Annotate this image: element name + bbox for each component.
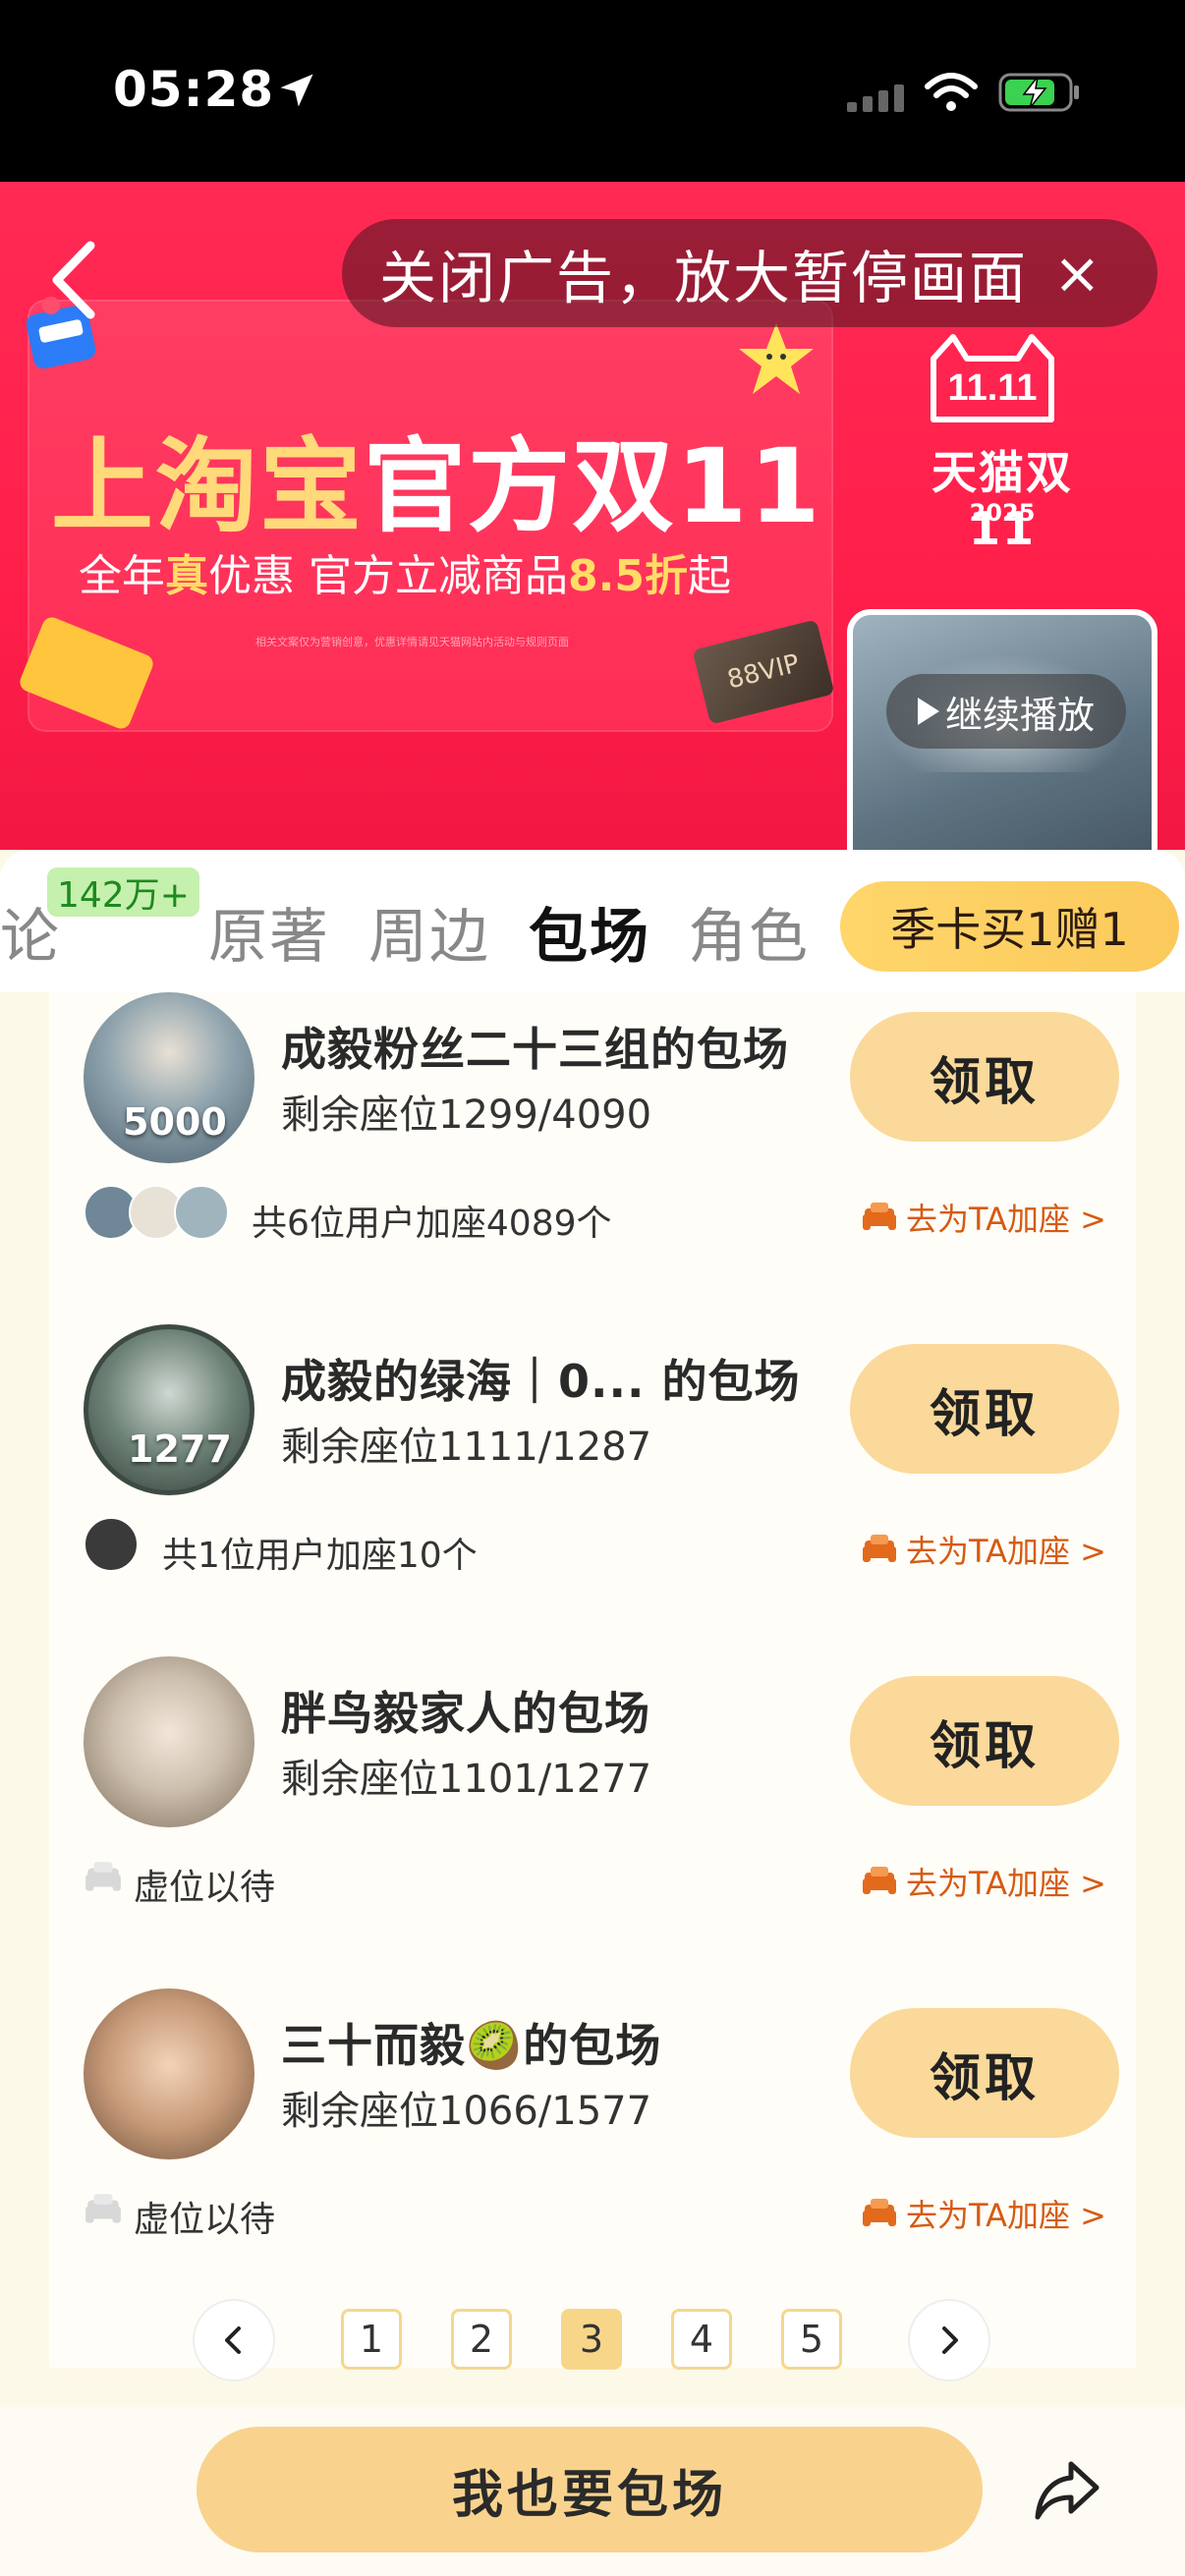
- ad-sub-part3: 起: [687, 551, 731, 601]
- share-icon[interactable]: [1032, 2454, 1104, 2527]
- ad-headline-part2: 官方双11: [364, 426, 822, 546]
- claim-button[interactable]: 领取: [850, 1676, 1119, 1806]
- season-card-button[interactable]: 季卡买1赠1: [840, 881, 1179, 972]
- avatar[interactable]: 1277: [84, 1324, 254, 1495]
- vacant-text: 虚位以待: [134, 1868, 276, 1908]
- add-seat-link[interactable]: 去为TA加座 >: [861, 1859, 1106, 1904]
- screening-title: 三十而毅🥝的包场: [281, 2019, 662, 2072]
- close-ad-button[interactable]: 关闭广告，放大暂停画面 ×: [342, 219, 1157, 327]
- tab-bar: 论 142万+ 原著 周边 包场 角色 季卡买1赠1: [0, 850, 1185, 992]
- screening-title: 胖鸟毅家人的包场: [281, 1687, 650, 1740]
- screening-title: 成毅粉丝二十三组的包场: [281, 1023, 789, 1076]
- screening-title: 成毅的绿海｜0... 的包场: [281, 1355, 801, 1408]
- joined-users-avatars[interactable]: [84, 1517, 139, 1576]
- tab-screening[interactable]: 包场: [529, 889, 650, 975]
- remaining-seats: 剩余座位1299/4090: [281, 1092, 652, 1138]
- avatar: [84, 1517, 139, 1572]
- tab-merch[interactable]: 周边: [368, 889, 490, 975]
- page-3-button[interactable]: 3: [561, 2309, 622, 2370]
- add-seat-label: 去为TA加座 >: [906, 1533, 1106, 1570]
- ad-headline: 上淘宝官方双11: [51, 403, 820, 551]
- claim-button[interactable]: 领取: [850, 1344, 1119, 1474]
- tmall-brand-year: 2025: [969, 499, 1036, 527]
- page-1-button[interactable]: 1: [341, 2309, 402, 2370]
- chevron-left-icon: [225, 2326, 241, 2354]
- joined-users-text: 共6位用户加座4089个: [252, 1204, 612, 1244]
- star-mascot-icon: [739, 323, 814, 394]
- ad-fine-print: 相关文案仅为营销创意，优惠详情请见天猫网站内活动与规则页面: [255, 636, 569, 648]
- remaining-seats: 剩余座位1066/1577: [281, 2089, 652, 2134]
- ad-headline-part1: 上淘宝: [51, 426, 365, 546]
- page-4-button[interactable]: 4: [671, 2309, 732, 2370]
- continue-play-button[interactable]: 继续播放: [886, 674, 1126, 749]
- chevron-right-icon: [942, 2326, 958, 2354]
- back-chevron-icon[interactable]: [39, 236, 108, 324]
- avatar-count: 5000: [123, 1100, 227, 1144]
- claim-button[interactable]: 领取: [850, 1012, 1119, 1142]
- battery-charging-icon: [998, 73, 1079, 112]
- ad-banner[interactable]: 88VIP 上淘宝官方双11 全年真优惠 官方立减商品8.5折起 相关文案仅为营…: [0, 182, 1185, 850]
- location-arrow-icon: [280, 74, 313, 107]
- add-seat-label: 去为TA加座 >: [906, 1201, 1106, 1238]
- empty-seat-icon: [85, 2194, 121, 2223]
- add-seat-link[interactable]: 去为TA加座 >: [861, 1195, 1106, 1240]
- avatar-count: 1277: [128, 1428, 232, 1471]
- claim-button[interactable]: 领取: [850, 2008, 1119, 2138]
- seat-icon: [863, 1535, 897, 1562]
- add-seat-link[interactable]: 去为TA加座 >: [861, 1527, 1106, 1572]
- tab-original[interactable]: 原著: [208, 889, 330, 975]
- add-seat-label: 去为TA加座 >: [906, 2197, 1106, 2234]
- ad-subline: 全年真优惠 官方立减商品8.5折起: [79, 540, 731, 603]
- list-item: 1277 成毅的绿海｜0... 的包场 剩余座位1111/1287 领取 共1位…: [49, 1324, 1136, 1658]
- pagination: 1 2 3 4 5: [0, 2299, 1185, 2387]
- add-seat-label: 去为TA加座 >: [906, 1865, 1106, 1902]
- seat-icon: [863, 2199, 897, 2226]
- next-page-button[interactable]: [908, 2299, 990, 2381]
- discuss-count-badge: 142万+: [47, 868, 199, 917]
- close-icon: ×: [1053, 240, 1101, 307]
- ad-sub-highlight2: 8.5折: [568, 551, 688, 601]
- play-icon: [917, 698, 939, 725]
- avatar[interactable]: [84, 1656, 254, 1827]
- prev-page-button[interactable]: [193, 2299, 275, 2381]
- tmall-brand-name: 天猫双11: [931, 446, 1073, 555]
- continue-play-label: 继续播放: [944, 693, 1095, 737]
- close-ad-label: 关闭广告，放大暂停画面: [379, 245, 1029, 311]
- list-item: 胖鸟毅家人的包场 剩余座位1101/1277 领取 虚位以待 去为TA加座 >: [49, 1656, 1136, 1990]
- avatar: [174, 1185, 229, 1240]
- add-seat-link[interactable]: 去为TA加座 >: [861, 2191, 1106, 2236]
- avatar[interactable]: 5000: [84, 992, 254, 1163]
- ad-sub-highlight1: 真: [165, 551, 208, 601]
- joined-users-text: 共1位用户加座10个: [162, 1536, 478, 1576]
- empty-seat-icon: [85, 1862, 121, 1891]
- cellular-signal-icon: [847, 84, 904, 112]
- page-5-button[interactable]: 5: [781, 2309, 842, 2370]
- status-bar: 05:28: [0, 0, 1185, 182]
- seat-icon: [863, 1203, 897, 1230]
- list-item: 5000 成毅粉丝二十三组的包场 剩余座位1299/4090 领取 共6位用户加…: [49, 992, 1136, 1326]
- ad-sub-part1: 全年: [79, 551, 165, 601]
- tmall-cat-logo-icon: 11.11: [931, 334, 1054, 422]
- remaining-seats: 剩余座位1101/1277: [281, 1757, 652, 1802]
- list-item: 三十而毅🥝的包场 剩余座位1066/1577 领取 虚位以待 去为TA加座 >: [49, 1988, 1136, 2323]
- joined-users-avatars[interactable]: [84, 1185, 229, 1244]
- avatar[interactable]: [84, 1988, 254, 2159]
- seat-icon: [863, 1867, 897, 1894]
- bottom-action-bar: 我也要包场: [0, 2407, 1185, 2576]
- screening-list: 5000 成毅粉丝二十三组的包场 剩余座位1299/4090 领取 共6位用户加…: [0, 992, 1185, 2407]
- wifi-icon: [925, 73, 978, 111]
- page-2-button[interactable]: 2: [451, 2309, 512, 2370]
- ad-sub-part2: 优惠 官方立减商品: [208, 551, 568, 601]
- vacant-text: 虚位以待: [134, 2200, 276, 2240]
- svg-text:11.11: 11.11: [948, 367, 1038, 409]
- status-time: 05:28: [113, 61, 275, 118]
- remaining-seats: 剩余座位1111/1287: [281, 1425, 652, 1470]
- create-screening-button[interactable]: 我也要包场: [197, 2427, 983, 2552]
- tab-characters[interactable]: 角色: [688, 889, 810, 975]
- video-thumbnail[interactable]: 继续播放: [847, 609, 1157, 850]
